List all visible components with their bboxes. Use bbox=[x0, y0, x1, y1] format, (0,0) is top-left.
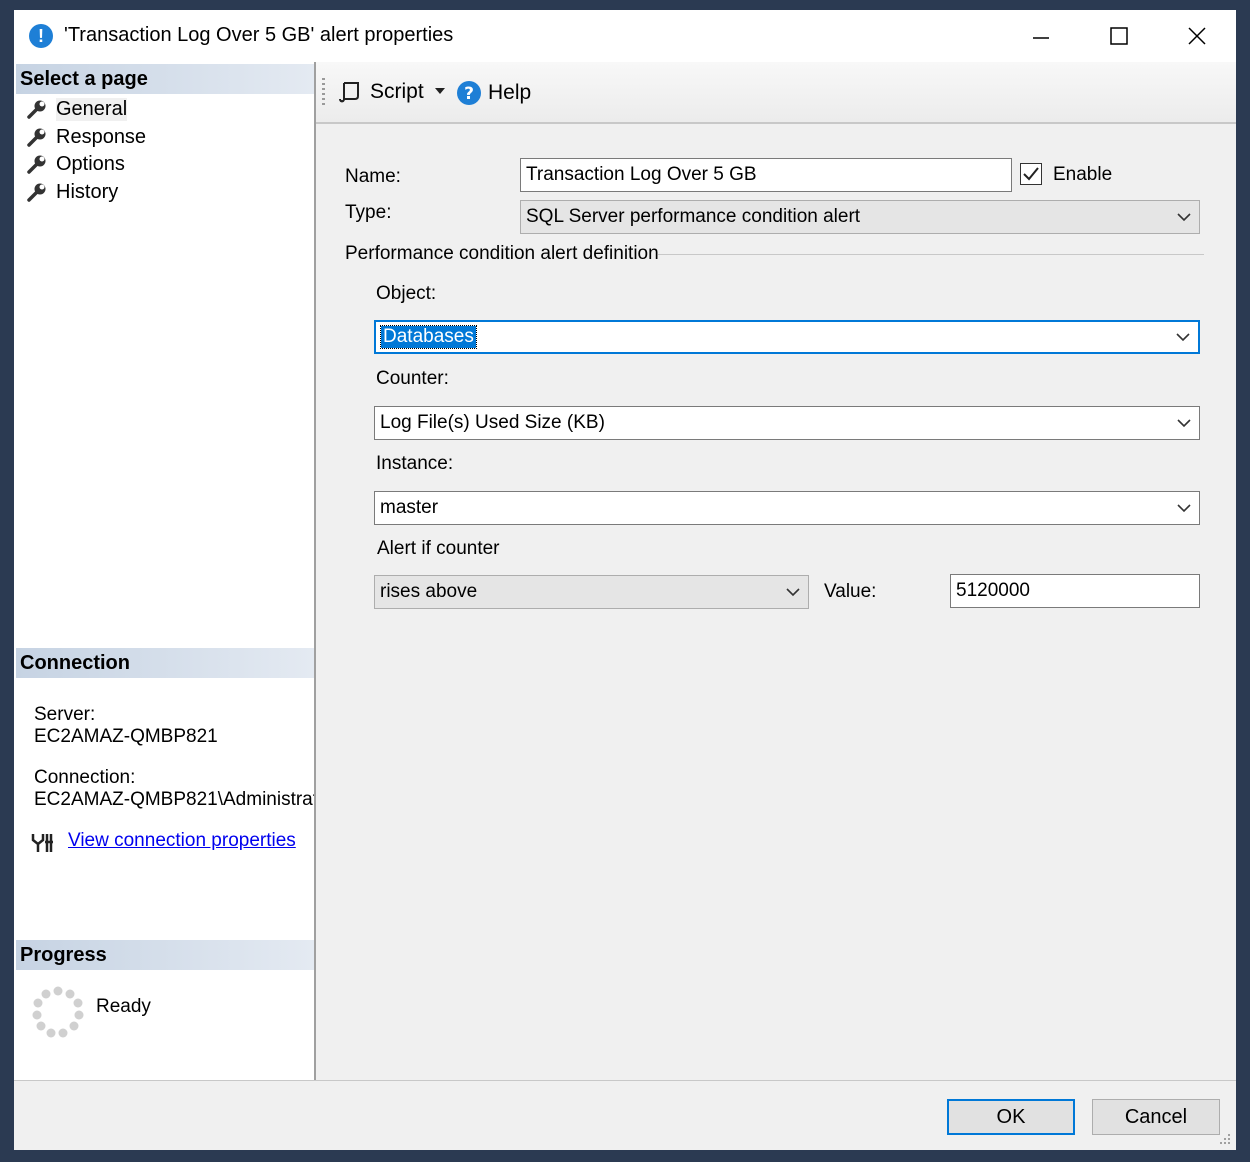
general-page-content: Name: Transaction Log Over 5 GB Enable T… bbox=[316, 124, 1236, 1080]
title-bar: ! 'Transaction Log Over 5 GB' alert prop… bbox=[14, 10, 1236, 62]
cancel-button[interactable]: Cancel bbox=[1092, 1099, 1220, 1135]
name-input[interactable]: Transaction Log Over 5 GB bbox=[520, 158, 1012, 192]
type-label: Type: bbox=[345, 202, 392, 223]
server-value: EC2AMAZ-QMBP821 bbox=[34, 726, 218, 747]
minimize-icon bbox=[1033, 37, 1049, 39]
counter-combobox[interactable]: Log File(s) Used Size (KB) bbox=[374, 406, 1200, 440]
sidebar-item-general[interactable]: General bbox=[26, 96, 128, 122]
chevron-down-icon bbox=[786, 588, 800, 597]
chevron-down-icon bbox=[1177, 213, 1191, 222]
sidebar-item-label: Options bbox=[56, 152, 125, 175]
group-divider bbox=[658, 254, 1204, 255]
connection-properties-icon bbox=[31, 834, 53, 852]
chevron-down-icon bbox=[1177, 419, 1191, 428]
instance-combobox[interactable]: master bbox=[374, 491, 1200, 525]
sidebar-item-history[interactable]: History bbox=[26, 179, 118, 205]
performance-group-label: Performance condition alert definition bbox=[345, 243, 659, 264]
checkmark-icon bbox=[1023, 167, 1039, 181]
minimize-button[interactable] bbox=[1002, 10, 1080, 62]
help-icon: ? bbox=[457, 81, 481, 105]
progress-header: Progress bbox=[16, 940, 314, 970]
toolbar-grip bbox=[322, 78, 325, 106]
enable-checkbox[interactable] bbox=[1020, 163, 1042, 185]
wrench-icon bbox=[27, 183, 46, 202]
server-label: Server: bbox=[34, 704, 96, 725]
connection-value: EC2AMAZ-QMBP821\Administrato bbox=[34, 789, 314, 810]
sidebar-item-response[interactable]: Response bbox=[26, 124, 146, 150]
close-button[interactable] bbox=[1158, 10, 1236, 62]
view-connection-properties-link[interactable]: View connection properties bbox=[68, 830, 296, 852]
counter-label: Counter: bbox=[376, 368, 449, 389]
select-page-header: Select a page bbox=[16, 64, 314, 94]
svg-text:?: ? bbox=[464, 84, 474, 104]
chevron-down-icon bbox=[1177, 504, 1191, 513]
script-icon bbox=[339, 82, 359, 103]
dialog-button-bar: OK Cancel bbox=[14, 1080, 1236, 1150]
ok-button[interactable]: OK bbox=[947, 1099, 1075, 1135]
sidebar-item-options[interactable]: Options bbox=[26, 151, 125, 177]
script-dropdown-button[interactable] bbox=[434, 86, 446, 96]
alert-if-combobox[interactable]: rises above bbox=[374, 575, 809, 609]
object-combobox[interactable]: Databases bbox=[374, 320, 1200, 354]
resize-grip-icon[interactable] bbox=[1218, 1132, 1232, 1146]
window-title: 'Transaction Log Over 5 GB' alert proper… bbox=[64, 24, 454, 46]
close-icon bbox=[1188, 27, 1206, 45]
caret-down-icon bbox=[435, 88, 445, 94]
sidebar-item-label: History bbox=[56, 180, 119, 203]
help-button[interactable]: ? Help bbox=[456, 80, 531, 106]
progress-spinner-icon bbox=[32, 986, 84, 1038]
maximize-icon bbox=[1110, 27, 1128, 45]
connection-label: Connection: bbox=[34, 767, 136, 788]
connection-header: Connection bbox=[16, 648, 314, 678]
left-pane: Select a page General Response Options H… bbox=[14, 62, 316, 1080]
script-label: Script bbox=[370, 80, 424, 103]
alert-properties-dialog: ! 'Transaction Log Over 5 GB' alert prop… bbox=[14, 10, 1236, 1150]
help-label: Help bbox=[488, 81, 532, 104]
progress-status: Ready bbox=[96, 996, 151, 1017]
script-button[interactable]: Script bbox=[338, 80, 424, 104]
value-input[interactable]: 5120000 bbox=[950, 574, 1200, 608]
chevron-down-icon bbox=[1176, 333, 1190, 342]
sidebar-item-label: Response bbox=[56, 125, 147, 148]
instance-label: Instance: bbox=[376, 453, 454, 474]
maximize-button[interactable] bbox=[1080, 10, 1158, 62]
wrench-icon bbox=[27, 128, 46, 147]
enable-label: Enable bbox=[1053, 164, 1113, 185]
object-label: Object: bbox=[376, 283, 437, 304]
toolbar: Script ? Help bbox=[316, 62, 1236, 124]
name-label: Name: bbox=[345, 166, 401, 187]
value-label: Value: bbox=[824, 581, 877, 602]
sidebar-item-label: General bbox=[56, 97, 128, 121]
wrench-icon bbox=[27, 155, 46, 174]
alert-if-counter-label: Alert if counter bbox=[377, 538, 500, 559]
info-alert-icon: ! bbox=[29, 24, 53, 48]
type-combobox[interactable]: SQL Server performance condition alert bbox=[520, 200, 1200, 234]
wrench-icon bbox=[27, 100, 46, 119]
